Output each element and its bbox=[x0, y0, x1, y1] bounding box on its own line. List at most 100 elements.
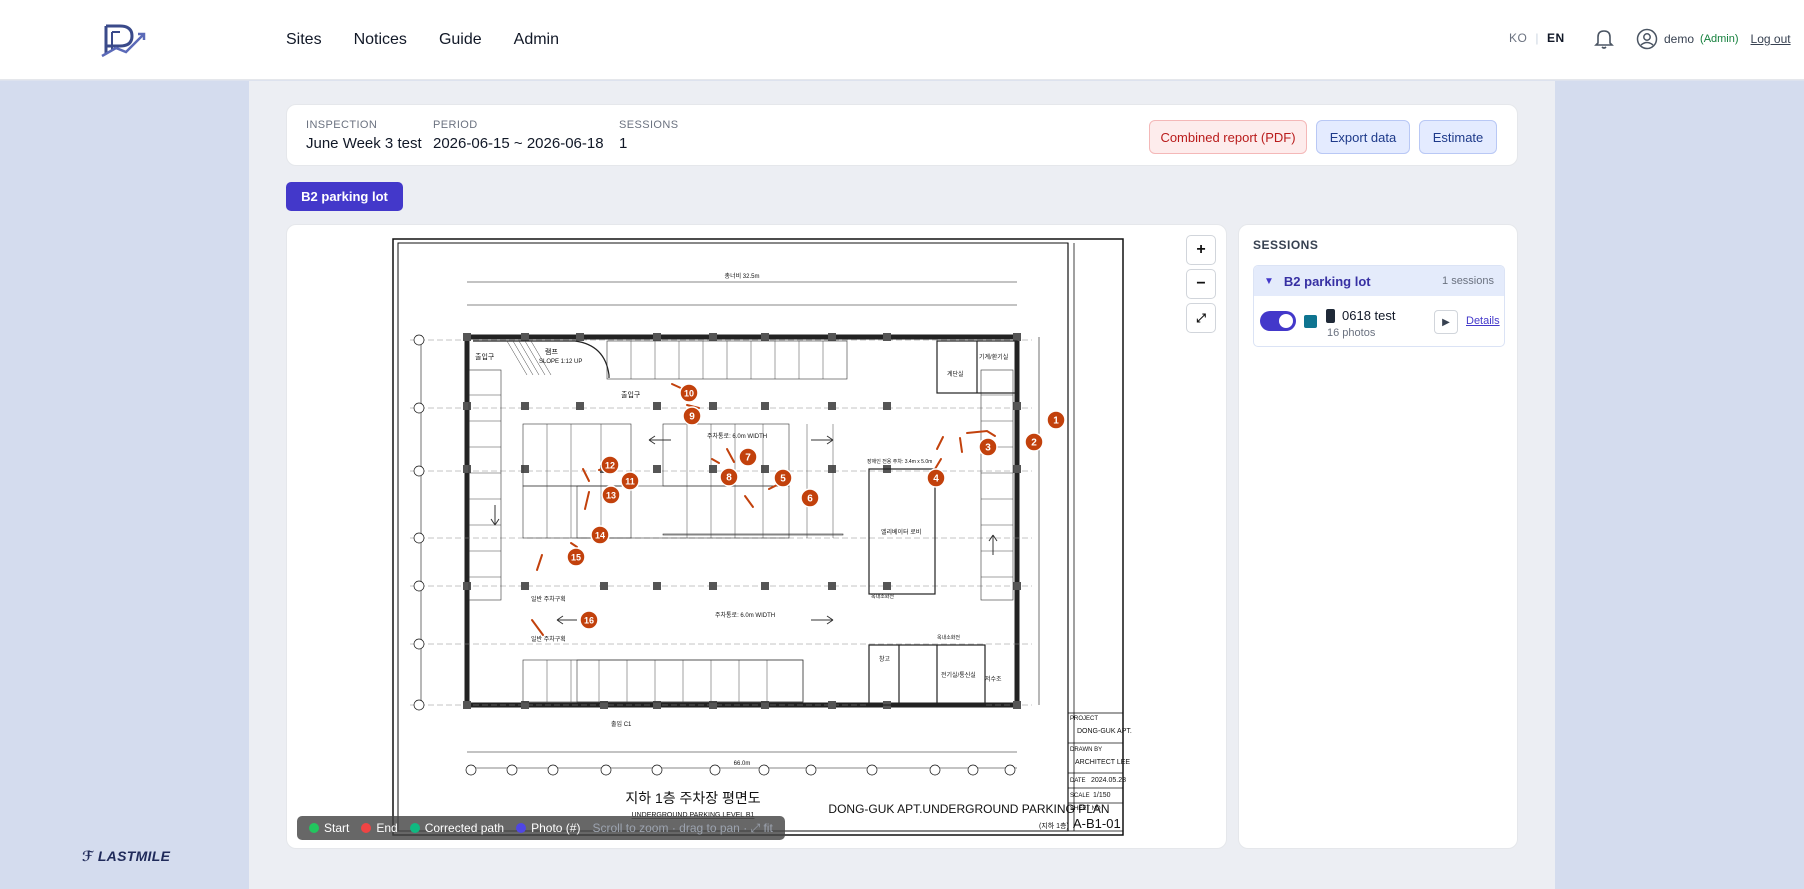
legend-corrected-label: Corrected path bbox=[424, 821, 505, 835]
photo-marker-3[interactable]: 3 bbox=[978, 437, 998, 457]
tb-date: 2024.05.28 bbox=[1091, 777, 1126, 784]
inspection-block: INSPECTION June Week 3 test bbox=[306, 119, 422, 152]
nav-admin[interactable]: Admin bbox=[514, 31, 559, 49]
sessions-count: 1 bbox=[619, 135, 628, 152]
nav-sites[interactable]: Sites bbox=[286, 31, 322, 49]
export-data-button[interactable]: Export data bbox=[1316, 120, 1410, 154]
photo-marker-label: 14 bbox=[595, 531, 605, 541]
photo-marker-2[interactable]: 2 bbox=[1024, 432, 1044, 452]
right-gutter bbox=[1555, 81, 1804, 889]
photo-marker-label: 11 bbox=[625, 477, 635, 487]
photo-marker-15[interactable]: 15 bbox=[566, 547, 586, 567]
legend-hint: Scroll to zoom · drag to pan · ⤢ fit bbox=[592, 820, 773, 835]
label-disabled: 장애인 전용 주차: 3.4m x 5.0m bbox=[867, 458, 932, 465]
lang-ko[interactable]: KO bbox=[1509, 31, 1527, 45]
photo-marker-6[interactable]: 6 bbox=[800, 488, 820, 508]
tb-project: DONG-GUK APT. bbox=[1077, 728, 1132, 735]
caret-down-icon[interactable]: ▼ bbox=[1264, 276, 1274, 287]
language-switch: KO | EN bbox=[1509, 31, 1565, 45]
photo-marker-8[interactable]: 8 bbox=[719, 467, 739, 487]
session-group-name: B2 parking lot bbox=[1283, 273, 1371, 289]
tb-scale: 1/150 bbox=[1093, 792, 1111, 799]
label-parking-1: 일반 주차구획 bbox=[531, 595, 566, 603]
lang-en[interactable]: EN bbox=[1547, 31, 1565, 45]
estimate-button[interactable]: Estimate bbox=[1419, 120, 1497, 154]
photo-marker-label: 8 bbox=[726, 473, 732, 484]
zoom-in-button[interactable]: + bbox=[1186, 235, 1216, 265]
photo-marker-9[interactable]: 9 bbox=[682, 406, 702, 426]
brand-name: LASTMILE bbox=[97, 848, 171, 864]
app-logo[interactable] bbox=[98, 20, 150, 60]
photo-marker-label: 3 bbox=[985, 443, 991, 454]
footer-brand: ℱ LASTMILE bbox=[82, 848, 170, 865]
label-exit-2: 출입구 bbox=[621, 390, 641, 399]
top-navbar: Sites Notices Guide Admin KO | EN demo (… bbox=[0, 0, 1804, 80]
photo-marker-label: 12 bbox=[605, 461, 615, 471]
photo-marker-label: 9 bbox=[689, 412, 695, 423]
zoom-out-button[interactable]: − bbox=[1186, 269, 1216, 299]
label-stairs: 계단실 bbox=[947, 370, 964, 378]
legend-photo-label: Photo (#) bbox=[531, 821, 581, 835]
session-color-swatch[interactable] bbox=[1304, 315, 1317, 328]
photo-marker-label: 10 bbox=[684, 389, 694, 399]
tb-date-label: DATE bbox=[1070, 778, 1086, 784]
bell-icon[interactable] bbox=[1594, 28, 1614, 50]
session-photo-count: 16 photos bbox=[1327, 327, 1376, 339]
left-gutter bbox=[0, 81, 249, 889]
label-parking-2: 일반 주차구획 bbox=[531, 635, 566, 643]
photo-marker-label: 15 bbox=[571, 553, 581, 563]
combined-report-button[interactable]: Combined report (PDF) bbox=[1149, 120, 1307, 154]
corrected-dot-icon bbox=[409, 823, 420, 833]
session-visibility-toggle[interactable] bbox=[1260, 311, 1296, 331]
photo-marker-14[interactable]: 14 bbox=[590, 525, 610, 545]
plan-title-en: DONG-GUK APT.UNDERGROUND PARKING PLAN bbox=[828, 802, 1109, 816]
session-item: 0618 test 16 photos ▶ Details bbox=[1254, 296, 1504, 346]
photo-marker-label: 6 bbox=[807, 494, 813, 505]
play-icon[interactable]: ▶ bbox=[1434, 310, 1458, 334]
user-role: (Admin) bbox=[1700, 33, 1739, 45]
photo-marker-13[interactable]: 13 bbox=[601, 485, 621, 505]
start-dot-icon bbox=[309, 823, 319, 833]
sessions-block: SESSIONS 1 bbox=[619, 119, 678, 152]
session-group: ▼ B2 parking lot 1 sessions 0618 test 16… bbox=[1253, 265, 1505, 347]
photo-marker-label: 5 bbox=[780, 474, 786, 485]
floor-tab-b2-parking[interactable]: B2 parking lot bbox=[286, 182, 403, 211]
session-group-count: 1 sessions bbox=[1442, 275, 1494, 287]
phone-icon bbox=[1326, 309, 1335, 323]
period-label: PERIOD bbox=[433, 119, 478, 131]
floorplan-drawing: PROJECT DONG-GUK APT. DRAWN BY ARCHITECT… bbox=[392, 238, 1132, 836]
session-group-header[interactable]: ▼ B2 parking lot 1 sessions bbox=[1254, 266, 1504, 296]
legend-end-label: End bbox=[376, 821, 398, 835]
session-details-link[interactable]: Details bbox=[1466, 315, 1500, 327]
lang-separator: | bbox=[1535, 31, 1539, 45]
legend-end: End bbox=[361, 821, 398, 835]
photo-marker-10[interactable]: 10 bbox=[679, 383, 699, 403]
label-ramp: 램프 bbox=[545, 348, 558, 356]
floorplan-viewer[interactable]: PROJECT DONG-GUK APT. DRAWN BY ARCHITECT… bbox=[286, 224, 1227, 849]
dim-total-width-bottom: 66.0m bbox=[734, 761, 751, 767]
photo-marker-4[interactable]: 4 bbox=[926, 468, 946, 488]
fit-view-button[interactable]: ⤢ bbox=[1186, 303, 1216, 333]
logout-link[interactable]: Log out bbox=[1751, 32, 1791, 46]
photo-marker-5[interactable]: 5 bbox=[773, 468, 793, 488]
photo-marker-1[interactable]: 1 bbox=[1046, 410, 1066, 430]
photo-marker-label: 2 bbox=[1031, 438, 1037, 449]
nav-notices[interactable]: Notices bbox=[354, 31, 407, 49]
label-aisle-1: 주차통로: 6.0m WIDTH bbox=[707, 432, 767, 440]
legend-start-label: Start bbox=[324, 821, 350, 835]
tb-project-label: PROJECT bbox=[1070, 716, 1098, 722]
user-avatar-icon[interactable] bbox=[1636, 28, 1658, 50]
photo-marker-16[interactable]: 16 bbox=[579, 610, 599, 630]
photo-marker-label: 7 bbox=[745, 453, 751, 464]
photo-marker-12[interactable]: 12 bbox=[600, 455, 620, 475]
label-fire-1: 옥내소화전 bbox=[871, 593, 894, 600]
user-name: demo bbox=[1664, 32, 1695, 46]
inspection-name: June Week 3 test bbox=[306, 135, 422, 152]
map-legend: Start End Corrected path Photo (#) Scrol… bbox=[297, 816, 785, 840]
nav-guide[interactable]: Guide bbox=[439, 31, 482, 49]
photo-marker-11[interactable]: 11 bbox=[620, 471, 640, 491]
inspection-summary: INSPECTION June Week 3 test PERIOD 2026-… bbox=[286, 104, 1518, 166]
photo-marker-7[interactable]: 7 bbox=[738, 447, 758, 467]
photo-dot-icon bbox=[516, 823, 527, 833]
label-fire-2: 옥내소화전 bbox=[937, 634, 960, 641]
